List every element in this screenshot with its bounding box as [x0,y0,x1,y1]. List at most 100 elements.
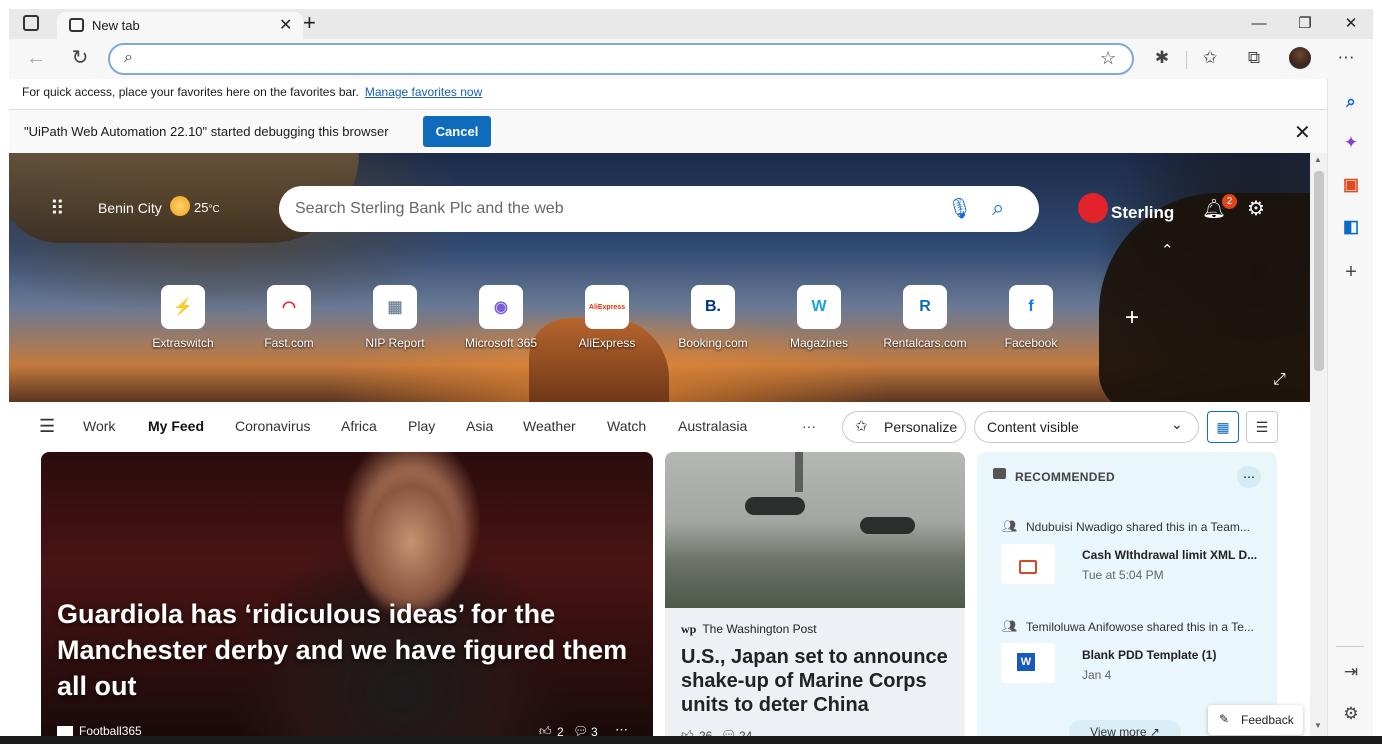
hero-background: ⠿ Benin City 25°C Search Sterling Bank P… [9,153,1310,402]
close-icon[interactable]: ✕ [279,15,292,35]
add-sidebar-icon[interactable]: + [1338,259,1364,285]
favorites-bar: For quick access, place your favorites h… [9,79,1327,110]
quick-link-magazines[interactable]: W Magazines [769,285,869,350]
window-close-button[interactable]: ✕ [1329,11,1373,37]
restore-button[interactable]: ❐ [1283,11,1327,37]
quick-link-aliexpress[interactable]: AliExpress AliExpress [557,285,657,350]
quick-link-label: Fast.com [264,336,314,350]
people-icon: 👥︎ [1002,519,1018,533]
manage-favorites-link[interactable]: Manage favorites now [365,85,482,99]
extensions-icon[interactable]: ✱ [1149,45,1175,71]
quick-link-extraswitch[interactable]: ⚡ Extraswitch [133,285,233,350]
gear-icon[interactable]: ⚙ [1338,701,1364,727]
quick-link-booking-com[interactable]: B. Booking.com [663,285,763,350]
location-label[interactable]: Benin City [98,200,162,216]
nav-australasia[interactable]: Australasia [678,418,747,434]
quick-link-label: Facebook [1004,336,1058,350]
search-icon[interactable]: ⌕ [992,195,1004,221]
nav-play[interactable]: Play [408,418,435,434]
card-source[interactable]: wp The Washington Post [681,622,817,637]
quick-link-facebook[interactable]: f Facebook [981,285,1081,350]
expand-icon[interactable]: ⤢ [1273,371,1286,389]
microphone-icon[interactable]: 🎙 [947,196,972,221]
scroll-down-icon[interactable]: ▼ [1314,721,1322,730]
add-favorite-icon[interactable]: ☆ [1100,48,1116,69]
view-more-button[interactable]: View more ↗ [1069,720,1181,736]
collections-icon[interactable]: ⧉ [1241,45,1267,71]
nav-more[interactable]: ··· [802,418,816,434]
hide-sidebar-icon[interactable]: ⇥ [1338,659,1364,685]
quick-link-microsoft-365[interactable]: ◉ Microsoft 365 [451,285,551,350]
nav-weather[interactable]: Weather [523,418,576,434]
office-icon[interactable]: ▣ [1338,172,1364,198]
news-card-secondary[interactable]: wp The Washington Post U.S., Japan set to… [665,452,965,736]
more-options-icon[interactable]: ⋯ [615,722,628,736]
temperature-number: 25 [194,200,209,215]
card-title[interactable]: U.S., Japan set to announce shake-up of … [681,645,951,717]
nav-coronavirus[interactable]: Coronavirus [235,418,310,434]
address-bar[interactable]: ⌕ ☆ [108,43,1134,75]
scroll-thumb[interactable] [1314,171,1324,371]
quick-link-nip-report[interactable]: ▦ NIP Report [345,285,445,350]
quick-link-label: Microsoft 365 [464,336,538,350]
favorites-icon[interactable]: ✩ [1197,45,1223,71]
feedback-icon: ✎ [1219,712,1230,726]
rec-item-title[interactable]: Blank PDD Template (1) [1082,648,1216,662]
nav-watch[interactable]: Watch [607,418,646,434]
minimize-button[interactable]: — [1237,11,1281,37]
comment-icon[interactable]: 💬︎ [573,724,588,736]
quick-link-fast-com[interactable]: ◠ Fast.com [239,285,339,350]
grid-view-button[interactable]: ▦ [1207,411,1239,443]
content-visibility-select[interactable]: Content visible ⌄ [974,411,1199,443]
scroll-up-icon[interactable]: ▲ [1314,155,1322,164]
recommended-card: RECOMMENDED ⋯ 👥︎ Ndubuisi Nwadigo shared… [977,452,1277,736]
pdf-document-icon[interactable] [1001,544,1055,584]
add-shortcut-icon[interactable]: + [1125,304,1139,332]
more-options-icon[interactable]: ⋯ [1237,466,1261,488]
list-view-button[interactable]: ☰ [1246,411,1278,443]
nav-asia[interactable]: Asia [466,418,493,434]
plus-icon[interactable]: + [303,10,316,36]
search-icon[interactable]: ⌕ [1338,89,1364,115]
weather-sun-icon [170,196,190,216]
avatar[interactable] [1289,47,1311,69]
rec-item-date: Tue at 5:04 PM [1082,568,1164,582]
apps-grid-icon[interactable]: ⠿ [50,196,65,221]
close-icon[interactable]: ✕ [1294,120,1311,145]
like-icon[interactable]: 👍︎ [539,724,552,736]
quick-link-label: Rentalcars.com [883,336,967,350]
hamburger-menu-icon[interactable]: ☰ [39,416,55,437]
rec-item-shared: Ndubuisi Nwadigo shared this in a Team..… [1026,520,1250,534]
quick-link-rentalcars-com[interactable]: R Rentalcars.com [875,285,975,350]
page-scrollbar[interactable]: ▲ ▼ [1310,153,1327,736]
comment-count: 3 [591,725,598,736]
temperature-value[interactable]: 25°C [194,200,220,215]
gear-icon[interactable]: ⚙ [1247,196,1265,221]
personalize-button[interactable]: ✩ Personalize [842,411,966,443]
refresh-icon[interactable]: ↻ [67,45,93,71]
nav-my-feed[interactable]: My Feed [148,418,204,434]
rec-item-shared: Temiloluwa Anifowose shared this in a Te… [1026,620,1254,634]
personalize-label: Personalize [884,419,958,435]
cancel-button[interactable]: Cancel [423,116,491,147]
tab-actions-icon[interactable] [23,15,39,31]
more-options-icon[interactable]: ⋯ [1333,45,1359,71]
like-icon[interactable]: 👍︎ [681,728,694,736]
outlook-icon[interactable]: ◧ [1338,214,1364,240]
copilot-sparkle-icon[interactable]: ✦ [1338,130,1364,156]
back-arrow-icon[interactable]: ← [23,45,49,71]
favorites-prompt: For quick access, place your favorites h… [22,85,482,99]
nav-work[interactable]: Work [83,418,115,434]
comment-icon[interactable]: 💬︎ [721,728,736,736]
card-source[interactable]: Football365 [57,724,142,736]
quick-link-label: Extraswitch [152,336,214,350]
rec-item-title[interactable]: Cash WIthdrawal limit XML D... [1082,548,1257,562]
web-search-box[interactable]: Search Sterling Bank Plc and the web 🎙 ⌕ [279,186,1039,232]
card-title[interactable]: Guardiola has ‘ridiculous ideas’ for the… [57,596,647,704]
word-document-icon[interactable]: W [1001,643,1055,683]
tab-new-tab[interactable]: New tab ✕ [57,12,303,39]
news-card-main[interactable]: Guardiola has ‘ridiculous ideas’ for the… [41,452,653,736]
chevron-up-icon[interactable]: ⌃ [1161,241,1174,259]
nav-africa[interactable]: Africa [341,418,377,434]
feedback-button[interactable]: ✎ Feedback [1208,705,1303,735]
